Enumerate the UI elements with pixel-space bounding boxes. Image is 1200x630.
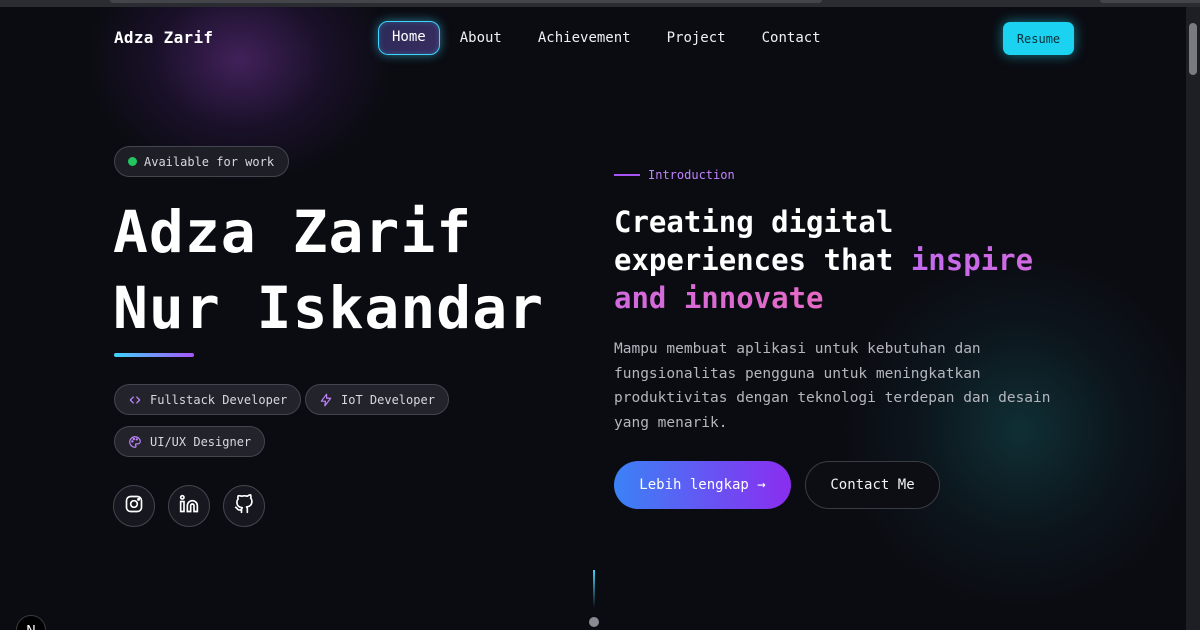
browser-chrome-edge xyxy=(0,0,1200,7)
bolt-icon xyxy=(319,393,333,407)
more-button[interactable]: Lebih lengkap → xyxy=(614,461,791,509)
code-icon xyxy=(128,393,142,407)
linkedin-link[interactable] xyxy=(168,485,210,527)
resume-button[interactable]: Resume xyxy=(1003,22,1074,55)
scroll-indicator-dot[interactable] xyxy=(589,617,599,627)
scroll-indicator-line xyxy=(593,570,595,608)
scrollbar[interactable] xyxy=(1186,7,1200,630)
instagram-link[interactable] xyxy=(113,485,155,527)
intro-label: Introduction xyxy=(648,168,735,182)
palette-icon xyxy=(128,435,142,449)
nav-link-contact[interactable]: Contact xyxy=(746,21,837,55)
intro-description: Mampu membuat aplikasi untuk kebutuhan d… xyxy=(614,341,1051,431)
hero-name-line1: Adza Zarif xyxy=(113,198,473,266)
nav-link-achievement[interactable]: Achievement xyxy=(522,21,647,55)
browser-tab-strip xyxy=(110,0,822,3)
hero-underline xyxy=(114,353,194,357)
role-chip-iot: IoT Developer xyxy=(305,384,449,415)
nav-link-project[interactable]: Project xyxy=(651,21,742,55)
role-chip-uiux: UI/UX Designer xyxy=(114,426,266,457)
github-icon xyxy=(234,494,254,518)
intro-section-label: Introduction xyxy=(614,168,735,182)
nav-link-home[interactable]: Home xyxy=(378,21,440,55)
status-dot-icon xyxy=(128,157,137,166)
availability-badge: Available for work xyxy=(114,146,290,177)
instagram-icon xyxy=(124,494,144,518)
github-link[interactable] xyxy=(223,485,265,527)
contact-me-button[interactable]: Contact Me xyxy=(805,461,940,509)
linkedin-icon xyxy=(179,494,199,518)
role-label: Fullstack Developer xyxy=(150,392,288,407)
intro-line xyxy=(614,174,640,176)
headline-text: Creating digital experiences that xyxy=(614,205,911,277)
framework-dev-badge[interactable]: N xyxy=(16,615,46,630)
browser-window-control xyxy=(1100,0,1200,3)
role-label: IoT Developer xyxy=(341,392,435,407)
nav-brand[interactable]: Adza Zarif xyxy=(114,28,213,47)
nav-link-about[interactable]: About xyxy=(444,21,518,55)
availability-text: Available for work xyxy=(144,154,275,169)
intro-headline: Creating digital experiences that inspir… xyxy=(614,203,1094,317)
role-chip-fullstack: Fullstack Developer xyxy=(114,384,302,415)
main-nav: Home About Achievement Project Contact xyxy=(378,21,841,55)
hero-name-line2: Nur Iskandar xyxy=(113,274,545,342)
hero-name: Adza Zarif Nur Iskandar xyxy=(113,194,544,346)
scrollbar-thumb[interactable] xyxy=(1189,23,1197,75)
role-label: UI/UX Designer xyxy=(150,434,252,449)
